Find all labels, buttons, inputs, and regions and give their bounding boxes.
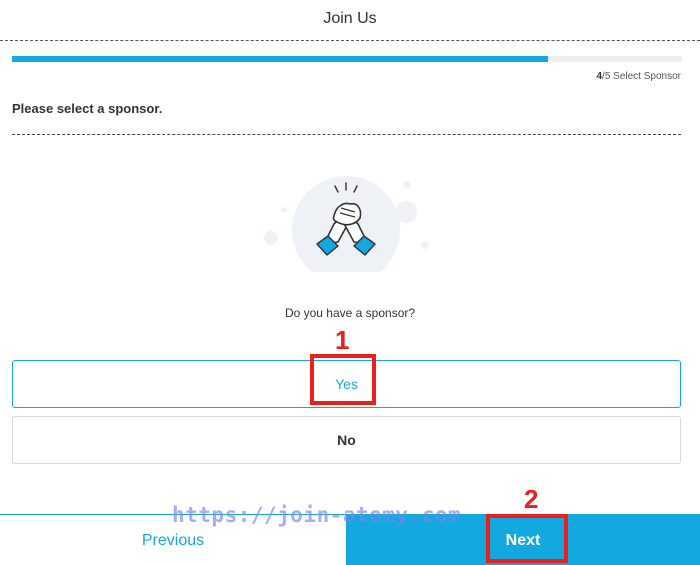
watermark: https://join-atomy.com [172, 503, 462, 527]
annotation-step-2: 2 [524, 484, 539, 514]
step-total: /5 [602, 71, 611, 82]
handshake-icon [264, 176, 429, 272]
progress-bar [12, 56, 682, 62]
sponsor-illustration [262, 172, 434, 272]
step-label: Select Sponsor [613, 71, 681, 82]
sponsor-question: Do you have a sponsor? [284, 306, 416, 320]
header-divider [0, 40, 700, 41]
no-option-button[interactable]: No [12, 416, 681, 464]
section-divider [12, 134, 681, 135]
step-indicator: 4/5 Select Sponsor [596, 71, 681, 82]
yes-highlight-box [310, 354, 376, 405]
annotation-step-1: 1 [335, 325, 350, 355]
page-title: Join Us [323, 10, 377, 27]
progress-fill [12, 56, 548, 62]
page-header: Join Us [0, 0, 700, 41]
section-title: Please select a sponsor. [12, 101, 163, 116]
next-highlight-box [486, 514, 568, 563]
